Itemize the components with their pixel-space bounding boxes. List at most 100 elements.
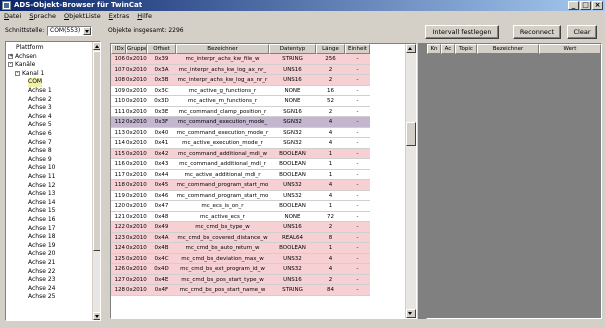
tree-item[interactable]: Achse 24 xyxy=(28,285,55,294)
scroll-up-arrow-icon[interactable] xyxy=(93,42,100,50)
tree-item[interactable]: Achse 4 xyxy=(28,113,52,122)
col-header-bezeichner[interactable]: Bezeichner xyxy=(176,44,269,54)
tree-item[interactable]: Achse 16 xyxy=(28,216,55,225)
watch-col-wert[interactable]: Wert xyxy=(539,44,601,54)
tree-item[interactable]: Achse 21 xyxy=(28,259,55,268)
table-row[interactable]: 1240x20101 0x4B mc_cmd_bs_auto_return_w BOO… xyxy=(111,243,370,254)
table-row[interactable]: 1210x20101 0x48 mc_active_ecs_r NONE 72 - xyxy=(111,211,370,222)
watch-col-ac[interactable]: Ac xyxy=(441,44,455,54)
table-row[interactable]: 1140x20101 0x41 mc_active_execution_mode_r… xyxy=(111,138,370,149)
object-tree[interactable]: Plattform + Achsen - Kanäle - Kanal 1 COM Achse … xyxy=(5,41,101,321)
clear-button[interactable]: Clear xyxy=(567,25,597,39)
tree-item[interactable]: + Achsen xyxy=(8,53,37,62)
cell-datentyp: NONE xyxy=(284,98,301,104)
menu-extras[interactable]: Extras xyxy=(109,11,130,21)
table-row[interactable]: 1230x20101 0x4A mc_cmd_bs_covered_distance… xyxy=(111,232,370,243)
cell-offset: 0x4B xyxy=(154,245,169,251)
scroll-down-arrow-icon[interactable] xyxy=(406,309,416,318)
watch-col-kn[interactable]: Kn xyxy=(427,44,441,54)
interval-button[interactable]: Intervall festlegen xyxy=(425,25,499,39)
splitter[interactable] xyxy=(418,43,426,319)
schnittstelle-select[interactable]: COM(553) xyxy=(47,26,92,36)
tree-item[interactable]: Achse 19 xyxy=(28,242,55,251)
tree-item[interactable]: Achse 5 xyxy=(28,121,52,130)
tree-item[interactable]: Achse 20 xyxy=(28,250,55,259)
table-row[interactable]: 1250x20101 0x4C mc_cmd_bs_deviation_max_w U… xyxy=(111,253,370,264)
table-row[interactable]: 1080x20101 0x3B mc_interpr_achs_kw_log_ax_… xyxy=(111,75,370,86)
tree-item[interactable]: Achse 11 xyxy=(28,173,55,182)
menu-datei[interactable]: Datei xyxy=(4,11,21,21)
chevron-down-icon[interactable] xyxy=(83,27,91,35)
table-row[interactable]: 1110x20101 0x3E mc_command_clamp_position_… xyxy=(111,106,370,117)
tree-item[interactable]: Achse 10 xyxy=(28,164,55,173)
cell-bezeichner: mc_command_additional_mdi_w xyxy=(177,150,268,157)
tree-item[interactable]: Achse 12 xyxy=(28,182,55,191)
tree-item[interactable]: Achse 15 xyxy=(28,207,55,216)
tree-item[interactable]: Achse 22 xyxy=(28,268,55,277)
menu-hilfe[interactable]: Hilfe xyxy=(137,11,152,21)
tree-item[interactable]: Achse 18 xyxy=(28,233,55,242)
maximize-button[interactable]: □ xyxy=(580,1,591,10)
expand-icon[interactable]: + xyxy=(8,53,13,59)
cell-datentyp: BOOLEAN xyxy=(279,161,306,167)
tree-item[interactable]: Achse 25 xyxy=(28,293,55,302)
table-scrollbar[interactable] xyxy=(405,44,416,318)
tree-item[interactable]: Achse 17 xyxy=(28,225,55,234)
scroll-thumb[interactable] xyxy=(93,51,100,251)
watch-col-topic[interactable]: Topic xyxy=(455,44,477,54)
table-row[interactable]: 1160x20101 0x43 mc_command_additional_mdi_… xyxy=(111,159,370,170)
scroll-thumb[interactable] xyxy=(406,122,416,146)
scroll-up-arrow-icon[interactable] xyxy=(406,44,416,53)
table-row[interactable]: 1170x20101 0x44 mc_active_additional_mdi_r… xyxy=(111,169,370,180)
cell-idx: 115 xyxy=(114,150,126,157)
table-row[interactable]: 1190x20101 0x46 mc_command_program_start_m… xyxy=(111,190,370,201)
table-row[interactable]: 1070x20101 0x3A mc_interpr_achs_kw_log_ax_… xyxy=(111,64,370,75)
watch-col-bezeichner[interactable]: Bezeichner xyxy=(477,44,539,54)
col-header-laenge[interactable]: Länge xyxy=(316,44,345,54)
tree-item[interactable]: Achse 14 xyxy=(28,199,55,208)
table-row[interactable]: 1150x20101 0x42 mc_command_additional_mdi_… xyxy=(111,148,370,159)
table-row[interactable]: 1260x20101 0x4D mc_cmd_bs_ext_program_id_w… xyxy=(111,264,370,275)
minimize-button[interactable]: _ xyxy=(568,1,579,10)
tree-item[interactable]: Achse 8 xyxy=(28,147,52,156)
table-row[interactable]: 1220x20101 0x49 mc_cmd_bs_type_w UNS16 2 - xyxy=(111,222,370,233)
collapse-icon[interactable]: - xyxy=(8,62,13,68)
tree-item[interactable]: - Kanal 1 xyxy=(15,70,44,79)
col-header-datentyp[interactable]: Datentyp xyxy=(269,44,316,54)
table-row[interactable]: 1130x20101 0x40 mc_command_execution_mode_… xyxy=(111,127,370,138)
tree-item[interactable]: - Kanäle xyxy=(8,61,35,70)
table-row[interactable]: 1270x20101 0x4E mc_cmd_bs_pos_start_type_w… xyxy=(111,274,370,285)
cell-gruppe: 0x20101 xyxy=(126,213,147,220)
close-button[interactable]: × xyxy=(592,1,603,10)
col-header-offset[interactable]: Offset xyxy=(147,44,176,54)
col-header-gruppe[interactable]: Gruppe xyxy=(126,44,147,54)
tree-item[interactable]: Achse 13 xyxy=(28,190,55,199)
tree-item[interactable]: Achse 23 xyxy=(28,276,55,285)
col-header-einheit[interactable]: Einheit xyxy=(345,44,370,54)
table-row[interactable]: 1280x20101 0x4F mc_cmd_bs_pos_start_name_w… xyxy=(111,285,370,296)
col-header-idx[interactable]: IDx xyxy=(111,44,126,54)
table-row[interactable]: 1200x20101 0x47 mc_ecs_is_on_r BOOLEAN 1 - xyxy=(111,201,370,212)
scroll-down-arrow-icon[interactable] xyxy=(93,312,100,320)
tree-item[interactable]: COM xyxy=(28,78,43,87)
tree-item[interactable]: Plattform xyxy=(16,44,44,53)
table-row[interactable]: 1180x20101 0x45 mc_command_program_start_m… xyxy=(111,180,370,191)
menu-sprache[interactable]: Sprache xyxy=(29,11,56,21)
tree-item[interactable]: Achse 9 xyxy=(28,156,52,165)
table-row[interactable]: 1060x20101 0x39 mc_interpr_achs_kw_file_w S… xyxy=(111,54,370,65)
tree-item[interactable]: Achse 2 xyxy=(28,96,52,105)
tree-scrollbar[interactable] xyxy=(92,42,100,320)
tree-item[interactable]: Achse 3 xyxy=(28,104,52,113)
collapse-icon[interactable]: - xyxy=(15,70,20,76)
table-row[interactable]: 1120x20101 0x3F mc_command_execution_mode_… xyxy=(111,117,370,128)
tree-item[interactable]: Achse 6 xyxy=(28,130,52,139)
cell-laenge: 2 xyxy=(328,108,333,115)
menu-objektliste[interactable]: ObjektListe xyxy=(64,11,101,21)
table-row[interactable]: 1090x20101 0x3C mc_active_g_functions_r NON… xyxy=(111,85,370,96)
reconnect-button[interactable]: Reconnect xyxy=(513,25,561,39)
tree-item[interactable]: Achse 7 xyxy=(28,139,52,148)
cell-offset: 0x42 xyxy=(154,150,169,157)
tree-item[interactable]: Achse 1 xyxy=(28,87,52,96)
tree-item-label: Achse 18 xyxy=(28,233,56,241)
table-row[interactable]: 1100x20101 0x3D mc_active_m_functions_r NON… xyxy=(111,96,370,107)
